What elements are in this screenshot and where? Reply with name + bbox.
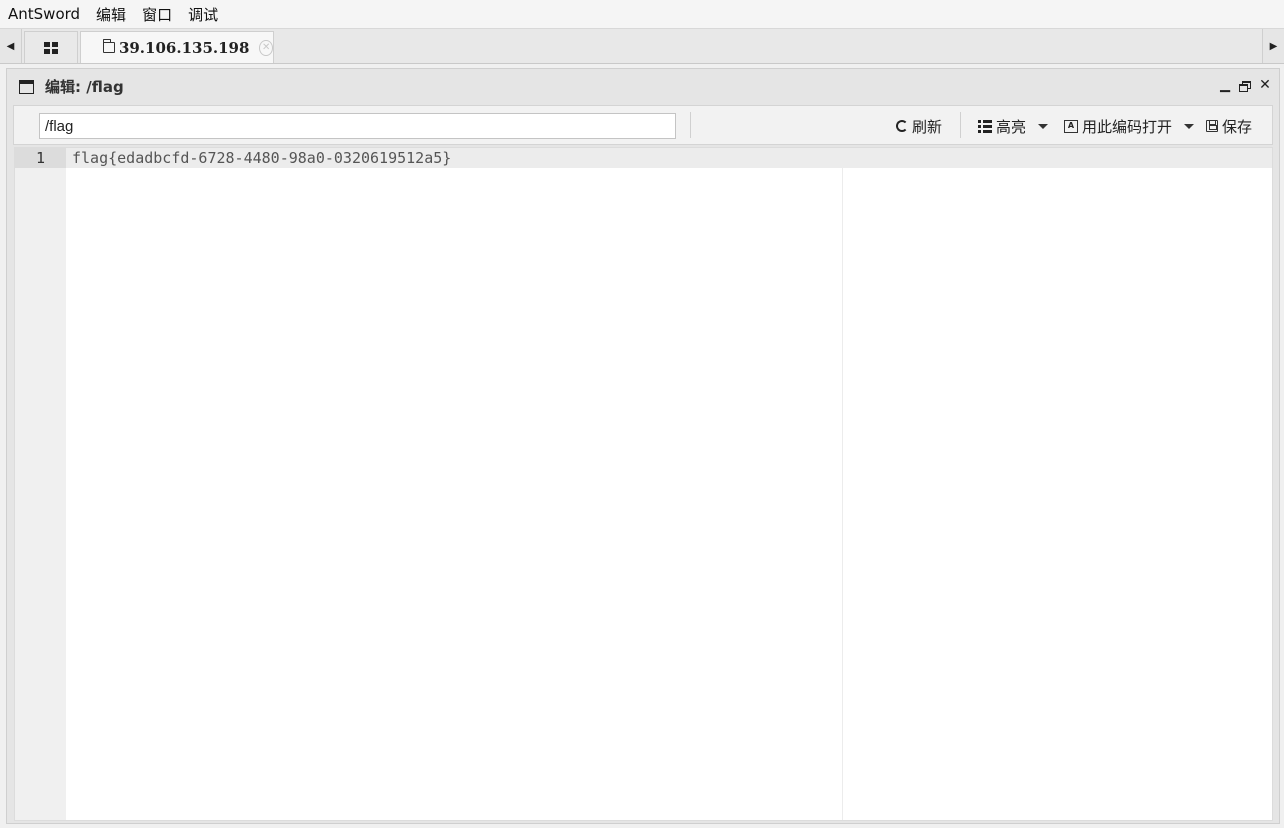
window-title: 编辑: /flag <box>45 78 124 96</box>
refresh-button[interactable]: 刷新 <box>896 115 942 137</box>
open-encoding-label: 用此编码打开 <box>1082 117 1173 136</box>
menu-bar: AntSword 编辑 窗口 调试 <box>0 0 1284 28</box>
menu-item-window[interactable]: 窗口 <box>142 4 172 25</box>
tab-host-label: 39.106.135.198 <box>118 38 250 57</box>
tab-host[interactable]: 39.106.135.198 ✕ <box>80 31 274 63</box>
tab-bar: ◀ 39.106.135.198 ✕ ▶ <box>0 28 1284 64</box>
minimize-icon[interactable]: ▁ <box>1219 78 1231 93</box>
tab-home[interactable] <box>24 31 78 63</box>
save-icon <box>1206 120 1218 132</box>
window-icon <box>19 80 34 94</box>
highlight-label: 高亮 <box>996 117 1027 136</box>
window-controls: ▁ ✕ <box>1219 77 1271 93</box>
save-label: 保存 <box>1222 117 1253 136</box>
editor-toolbar: 刷新 高亮 A 用此编码打开 保存 <box>13 105 1273 145</box>
menu-item-debug[interactable]: 调试 <box>188 4 218 25</box>
open-with-encoding-dropdown-button[interactable]: A 用此编码打开 <box>1064 115 1195 137</box>
refresh-icon <box>896 120 908 132</box>
path-input[interactable] <box>39 113 676 139</box>
window-header: 编辑: /flag ▁ ✕ <box>7 69 1279 103</box>
tab-scroll-left-button[interactable]: ◀ <box>0 29 22 63</box>
code-line[interactable]: flag{edadbcfd-6728-4480-98a0-0320619512a… <box>72 148 451 168</box>
tab-scroll-right-button[interactable]: ▶ <box>1262 29 1284 63</box>
chevron-down-icon <box>1038 123 1049 129</box>
editor-window: 编辑: /flag ▁ ✕ 刷新 高亮 A 用此编码打开 <box>6 68 1280 824</box>
folder-icon <box>102 39 115 53</box>
print-margin <box>842 168 843 820</box>
code-editor[interactable]: 1 flag{edadbcfd-6728-4480-98a0-032061951… <box>14 147 1273 821</box>
restore-icon[interactable] <box>1239 80 1251 92</box>
grid-icon <box>44 41 58 54</box>
toolbar-separator <box>690 112 691 138</box>
line-number-gutter <box>15 148 66 820</box>
toolbar-separator <box>960 112 961 138</box>
list-icon <box>978 119 992 133</box>
encode-icon: A <box>1064 119 1078 133</box>
tab-close-icon[interactable]: ✕ <box>259 39 273 56</box>
menu-item-edit[interactable]: 编辑 <box>96 4 126 25</box>
refresh-label: 刷新 <box>912 117 943 136</box>
highlight-dropdown-button[interactable]: 高亮 <box>978 115 1049 137</box>
line-number: 1 <box>15 148 66 168</box>
chevron-down-icon <box>1184 123 1195 129</box>
menu-item-antsword[interactable]: AntSword <box>8 5 80 23</box>
save-button[interactable]: 保存 <box>1206 115 1252 137</box>
close-icon[interactable]: ✕ <box>1259 77 1271 93</box>
